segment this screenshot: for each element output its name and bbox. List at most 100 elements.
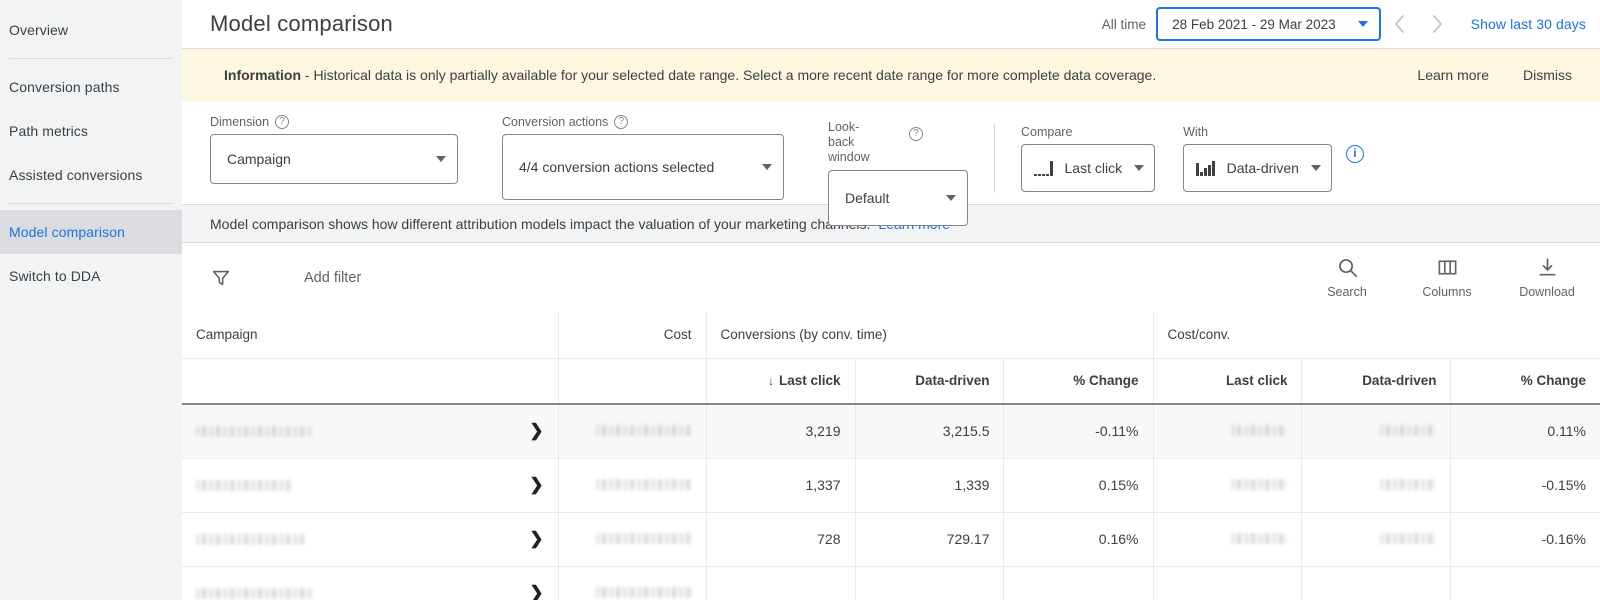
arrow-down-icon: ↓ (767, 374, 774, 389)
cell-cpc-pct-change-value: -0.16% (1541, 531, 1586, 547)
chevron-right-icon[interactable]: ❯ (529, 475, 543, 495)
lookback-window-label: Look-back window (828, 120, 870, 164)
banner-strong: Information (224, 67, 301, 83)
next-period-button[interactable] (1419, 5, 1457, 43)
group-header-conversions[interactable]: Conversions (by conv. time) (706, 312, 1154, 359)
sub-header-blank-campaign (182, 358, 559, 405)
chevron-left-icon (1395, 15, 1404, 33)
help-circle-icon[interactable]: ? (909, 127, 923, 141)
cell-cost (558, 458, 707, 513)
cell-conv-pct-change-value: -0.11% (1095, 423, 1139, 440)
sub-header-conv-last-click[interactable]: ↓ Last click (706, 358, 856, 405)
redacted-value (595, 533, 692, 544)
cell-cpc-pct-change: 0.11% (1450, 404, 1600, 459)
table-row[interactable]: ❯ 3,219 3,215.5 -0.11% 0.11% (182, 404, 1600, 459)
sidebar-item-overview[interactable]: Overview (0, 8, 182, 52)
cell-cpc-last-click (1153, 566, 1303, 600)
sidebar: Overview Conversion paths Path metrics Assi… (0, 0, 182, 600)
date-range-picker[interactable]: 28 Feb 2021 - 29 Mar 2023 (1156, 7, 1381, 41)
banner-dismiss-button[interactable]: Dismiss (1523, 67, 1572, 83)
cell-cpc-last-click (1153, 512, 1303, 567)
table-tools: Search Columns Download (1318, 256, 1576, 299)
dimension-value: Campaign (227, 151, 291, 167)
columns-button[interactable]: Columns (1418, 256, 1476, 299)
add-filter-button[interactable]: Add filter (210, 267, 361, 289)
page-header: Model comparison All time 28 Feb 2021 - … (182, 0, 1600, 49)
banner-learn-more-link[interactable]: Learn more (1417, 67, 1489, 83)
dimension-control: Dimension ? Campaign (210, 115, 458, 184)
columns-label: Columns (1422, 285, 1472, 299)
last-click-bars-icon (1034, 160, 1053, 176)
compare-model-select[interactable]: Last click (1021, 144, 1156, 192)
sub-header-conv-data-driven[interactable]: Data-driven (855, 358, 1005, 405)
dimension-label-row: Dimension ? (210, 115, 458, 129)
model-comparison-table: Campaign Cost Conversions (by conv. time… (182, 312, 1600, 600)
chevron-right-icon[interactable]: ❯ (529, 529, 543, 549)
main-content: Model comparison All time 28 Feb 2021 - … (182, 0, 1600, 600)
controls-bar: Dimension ? Campaign Conversion actions … (182, 101, 1600, 226)
download-button[interactable]: Download (1518, 256, 1576, 299)
chevron-down-icon (1310, 165, 1321, 171)
group-header-cost-per-conv[interactable]: Cost/conv. (1153, 312, 1600, 359)
download-label: Download (1519, 285, 1575, 299)
page-title: Model comparison (210, 11, 393, 36)
sub-header-cpc-data-driven[interactable]: Data-driven (1301, 358, 1452, 405)
chevron-down-icon (436, 156, 446, 162)
search-button[interactable]: Search (1318, 256, 1376, 299)
cell-conv-last-click (706, 566, 856, 600)
cell-conv-pct-change: -0.11% (1003, 404, 1154, 459)
cell-campaign: ❯ (182, 566, 559, 600)
compare-label-row: Compare (1021, 125, 1155, 139)
sub-header-cpc-last-click[interactable]: Last click (1153, 358, 1303, 405)
prev-period-button[interactable] (1381, 5, 1419, 43)
sidebar-item-path-metrics[interactable]: Path metrics (0, 109, 182, 153)
funnel-icon (212, 270, 230, 285)
sub-header-conv-pct-change[interactable]: % Change (1003, 358, 1154, 405)
sidebar-item-conversion-paths[interactable]: Conversion paths (0, 65, 182, 109)
chevron-down-icon (1357, 21, 1368, 27)
chevron-right-icon[interactable]: ❯ (529, 421, 543, 441)
chevron-right-icon[interactable]: ❯ (529, 583, 543, 600)
redacted-value (595, 425, 692, 437)
search-icon (1338, 259, 1357, 277)
table-row[interactable]: ❯ (182, 566, 1600, 600)
table-row[interactable]: ❯ 728 729.17 0.16% -0.16% (182, 512, 1600, 567)
all-time-label: All time (1101, 16, 1147, 32)
sidebar-item-switch-to-dda[interactable]: Switch to DDA (0, 254, 182, 298)
info-circle-icon[interactable]: i (1345, 145, 1364, 163)
show-last-30-days-link[interactable]: Show last 30 days (1471, 16, 1586, 32)
description-text: Model comparison shows how different att… (210, 215, 871, 232)
conversion-actions-control: Conversion actions ? 4/4 conversion acti… (502, 115, 784, 200)
conversion-actions-select[interactable]: 4/4 conversion actions selected (502, 134, 784, 200)
compare-model-value: Last click (1064, 160, 1123, 176)
redacted-value (1231, 533, 1288, 544)
sidebar-divider (9, 203, 173, 204)
table-group-header-row: Campaign Cost Conversions (by conv. time… (182, 312, 1600, 359)
cell-conv-pct-change-value: 0.16% (1098, 531, 1139, 547)
help-circle-icon[interactable]: ? (275, 115, 290, 129)
cell-conv-pct-change: 0.16% (1003, 512, 1154, 567)
table-row[interactable]: ❯ 1,337 1,339 0.15% -0.15% (182, 458, 1600, 513)
help-circle-icon[interactable]: ? (614, 115, 629, 129)
date-controls: All time 28 Feb 2021 - 29 Mar 2023 Show … (1102, 5, 1586, 43)
cell-campaign: ❯ (182, 512, 559, 567)
sidebar-item-model-comparison[interactable]: Model comparison (0, 210, 182, 254)
cell-conv-last-click-value: 3,219 (805, 423, 841, 440)
data-driven-bars-icon (1196, 160, 1215, 176)
sub-header-cpc-pct-change[interactable]: % Change (1450, 358, 1600, 405)
cell-conv-pct-change-value: 0.15% (1098, 477, 1139, 493)
group-header-cost[interactable]: Cost (558, 312, 707, 359)
lookback-window-select[interactable]: Default (828, 170, 968, 226)
redacted-campaign-name (196, 425, 314, 437)
sidebar-item-label: Model comparison (9, 224, 125, 240)
chevron-down-icon (1134, 165, 1145, 171)
with-model-select[interactable]: Data-driven (1183, 144, 1332, 192)
group-header-campaign[interactable]: Campaign (182, 312, 559, 359)
redacted-value (1380, 425, 1437, 437)
dimension-select[interactable]: Campaign (210, 134, 458, 184)
cell-conv-data-driven: 3,215.5 (855, 404, 1005, 459)
lookback-window-value: Default (845, 190, 890, 206)
sidebar-item-assisted-conversions[interactable]: Assisted conversions (0, 153, 182, 197)
cell-conv-data-driven-value: 729.17 (946, 531, 990, 547)
sub-header-blank-cost (558, 358, 707, 405)
